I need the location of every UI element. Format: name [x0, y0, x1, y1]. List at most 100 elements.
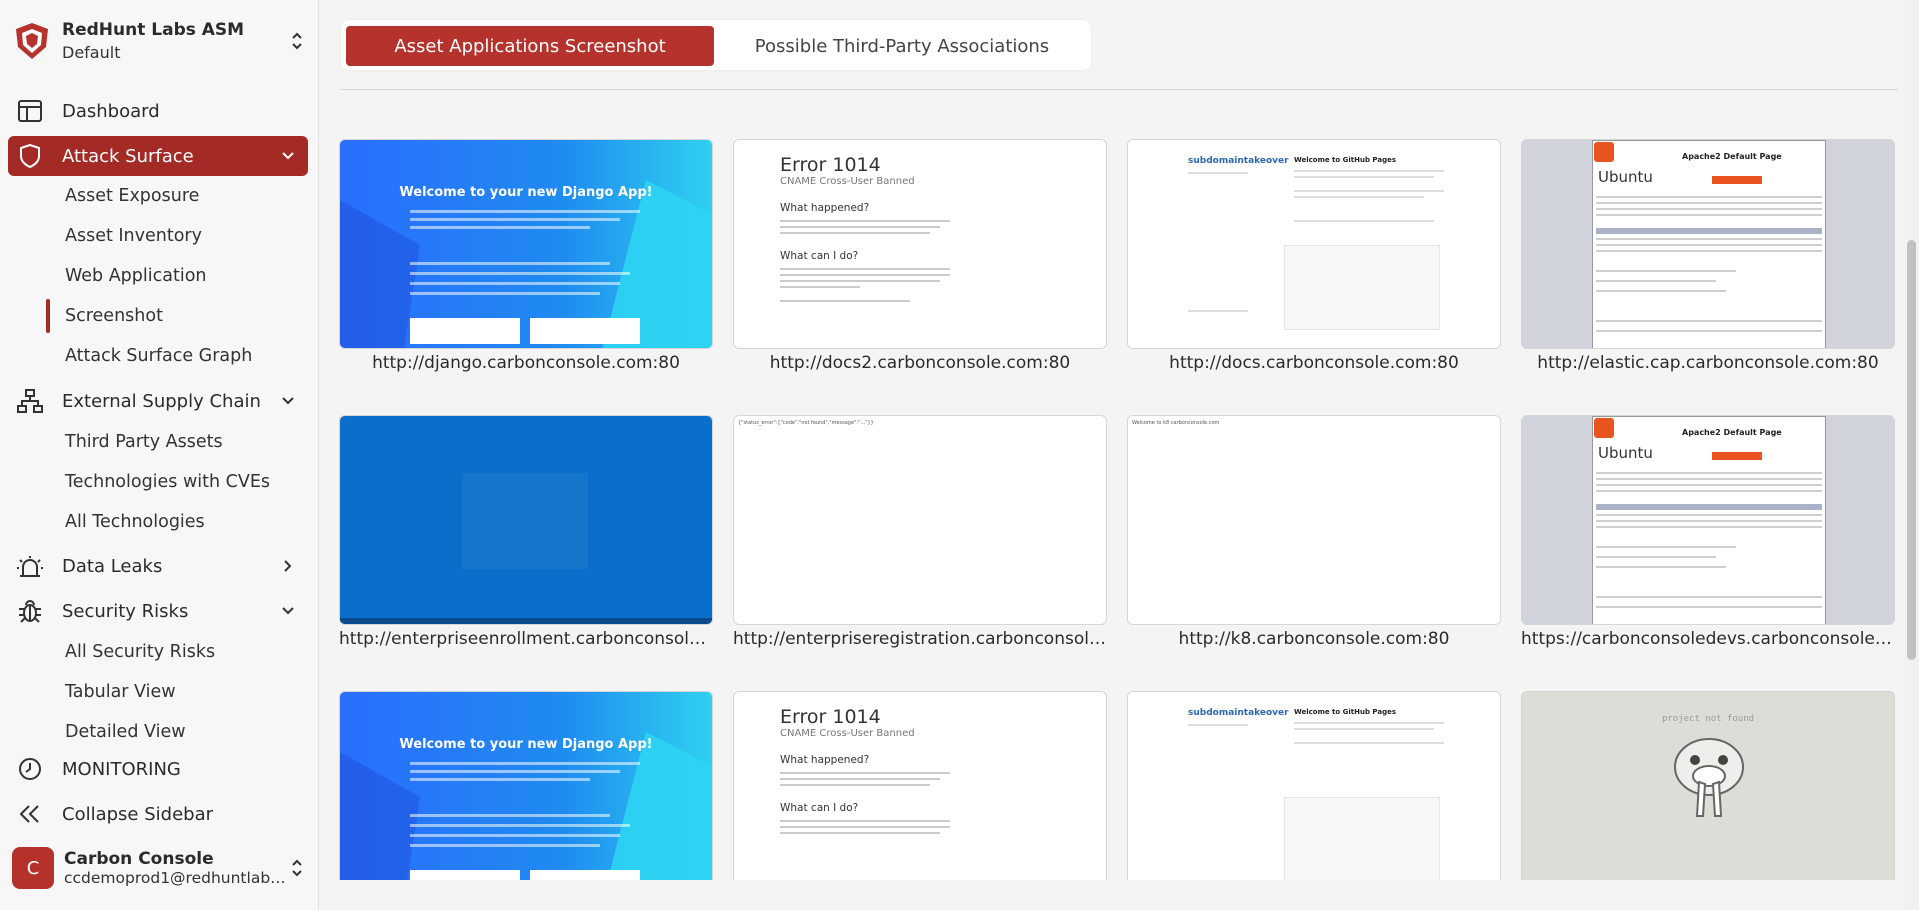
sub-asset-exposure[interactable]: Asset Exposure [65, 181, 199, 211]
scrollbar-thumb[interactable] [1907, 240, 1916, 660]
thumb-text: Welcome to k8 carbonconsole.com [1132, 420, 1220, 426]
sub-tabular-view[interactable]: Tabular View [65, 677, 176, 707]
screenshot-url: http://enterpriseregistration.carboncons… [733, 629, 1107, 649]
screenshot-url: http://docs2.carbonconsole.com:80 [769, 353, 1071, 373]
screenshot-thumbnail[interactable]: Welcome to your new Django App! [339, 691, 713, 880]
nav-monitoring-label: MONITORING [62, 758, 181, 780]
user-name: Carbon Console [64, 849, 214, 869]
tab-asset-applications-screenshot[interactable]: Asset Applications Screenshot [346, 26, 714, 66]
walrus-icon [1674, 738, 1744, 817]
collapse-sidebar-label: Collapse Sidebar [62, 803, 213, 825]
thumb-heading: What happened? [780, 202, 870, 214]
org-name: RedHunt Labs ASM [62, 20, 245, 40]
tab-third-party-associations[interactable]: Possible Third-Party Associations [719, 26, 1085, 66]
screenshot-thumbnail[interactable] [339, 415, 713, 625]
screenshot-thumbnail[interactable]: Ubuntu Apache2 Default Page [1521, 415, 1895, 625]
screenshot-url: http://elastic.cap.carbonconsole.com:80 [1537, 353, 1879, 373]
sub-third-party-assets[interactable]: Third Party Assets [65, 427, 223, 457]
avatar: C [12, 847, 54, 889]
screenshot-card[interactable]: subdomaintakeover Welcome to GitHub Page… [1127, 139, 1501, 373]
screenshot-thumbnail[interactable]: {"status_error":{"code":"not found","mes… [733, 415, 1107, 625]
tab-bar: Asset Applications Screenshot Possible T… [341, 20, 1091, 70]
thumb-brand: Ubuntu [1598, 168, 1653, 186]
dashboard-icon [16, 97, 44, 125]
thumb-title: Apache2 Default Page [1682, 152, 1782, 161]
screenshot-url: http://docs.carbonconsole.com:80 [1169, 353, 1459, 373]
nav-external-supply-chain-label: External Supply Chain [62, 390, 261, 412]
sub-all-security-risks[interactable]: All Security Risks [65, 637, 215, 667]
screenshot-card[interactable]: Ubuntu Apache2 Default Page http://elast… [1521, 139, 1895, 373]
screenshot-thumbnail[interactable]: Error 1014 CNAME Cross-User Banned What … [733, 691, 1107, 880]
sub-all-technologies[interactable]: All Technologies [65, 507, 205, 537]
bug-icon [16, 597, 44, 625]
screenshot-thumbnail[interactable]: Welcome to your new Django App! [339, 139, 713, 349]
screenshot-url: http://django.carbonconsole.com:80 [372, 353, 680, 373]
thumb-title: Welcome to GitHub Pages [1294, 708, 1397, 716]
screenshot-card[interactable]: project not found [1521, 691, 1895, 880]
nav-external-supply-chain[interactable]: External Supply Chain [8, 381, 308, 421]
screenshot-card[interactable]: Welcome to your new Django App! http://d… [339, 139, 713, 373]
sidebar: RedHunt Labs ASM Default Dashboard Attac… [0, 0, 319, 910]
screenshot-card[interactable]: Welcome to your new Django App! [339, 691, 713, 880]
sub-attack-surface-graph[interactable]: Attack Surface Graph [65, 341, 252, 371]
thumb-text: project not found [1661, 714, 1755, 724]
screenshot-thumbnail[interactable]: subdomaintakeover Welcome to GitHub Page… [1127, 691, 1501, 880]
sub-asset-inventory[interactable]: Asset Inventory [65, 221, 202, 251]
screenshot-card[interactable]: http://enterpriseenrollment.carbonconsol… [339, 415, 713, 649]
org-switcher[interactable]: RedHunt Labs ASM Default [12, 14, 308, 68]
screenshot-thumbnail[interactable]: subdomaintakeover Welcome to GitHub Page… [1127, 139, 1501, 349]
double-chevron-left-icon [16, 800, 44, 828]
thumb-heading: What can I do? [780, 250, 859, 262]
nav-dashboard-label: Dashboard [62, 100, 160, 122]
screenshot-card[interactable]: Error 1014 CNAME Cross-User Banned What … [733, 139, 1107, 373]
main-content: Asset Applications Screenshot Possible T… [320, 0, 1919, 910]
hierarchy-icon [16, 387, 44, 415]
screenshot-card[interactable]: Welcome to k8 carbonconsole.com http://k… [1127, 415, 1501, 649]
collapse-sidebar-button[interactable]: Collapse Sidebar [8, 794, 308, 834]
screenshot-url: http://enterpriseenrollment.carbonconsol… [339, 629, 713, 649]
sub-technologies-cves[interactable]: Technologies with CVEs [65, 467, 270, 497]
thumb-title: Apache2 Default Page [1682, 428, 1782, 437]
nav-dashboard[interactable]: Dashboard [8, 91, 308, 131]
divider [340, 89, 1898, 90]
ubuntu-logo-icon [1594, 418, 1614, 438]
user-menu[interactable]: C Carbon Console ccdemoprod1@redhuntlabs… [12, 842, 308, 894]
screenshot-thumbnail[interactable]: Ubuntu Apache2 Default Page [1521, 139, 1895, 349]
screenshot-url: http://k8.carbonconsole.com:80 [1178, 629, 1450, 649]
clock-icon [16, 755, 44, 783]
thumb-heading: What happened? [780, 754, 870, 766]
nav-security-risks[interactable]: Security Risks [8, 591, 308, 631]
nav-attack-surface-label: Attack Surface [62, 145, 194, 167]
sub-screenshot[interactable]: Screenshot [65, 301, 163, 331]
screenshot-thumbnail[interactable]: Error 1014 CNAME Cross-User Banned What … [733, 139, 1107, 349]
thumb-title: Welcome to your new Django App! [399, 737, 653, 752]
redhunt-logo-icon [16, 23, 48, 59]
chevron-down-icon [276, 389, 300, 413]
screenshot-card[interactable]: subdomaintakeover Welcome to GitHub Page… [1127, 691, 1501, 880]
sub-web-application[interactable]: Web Application [65, 261, 207, 291]
screenshot-card[interactable]: Ubuntu Apache2 Default Page https://carb… [1521, 415, 1895, 649]
thumb-site: subdomaintakeover [1188, 708, 1289, 718]
thumb-brand: Ubuntu [1598, 444, 1653, 462]
screenshot-url: https://carbonconsoledevs.carbonconsole.… [1521, 629, 1895, 649]
sub-detailed-view[interactable]: Detailed View [65, 717, 186, 747]
alarm-icon [16, 552, 44, 580]
nav-data-leaks[interactable]: Data Leaks [8, 546, 308, 586]
thumb-title: Welcome to GitHub Pages [1294, 156, 1397, 164]
thumb-subtitle: CNAME Cross-User Banned [780, 728, 915, 739]
screenshot-card[interactable]: {"status_error":{"code":"not found","mes… [733, 415, 1107, 649]
screenshot-thumbnail[interactable]: project not found [1521, 691, 1895, 880]
chevron-up-down-icon[interactable] [286, 853, 308, 883]
nav-monitoring[interactable]: MONITORING [8, 749, 308, 789]
screenshot-card[interactable]: Error 1014 CNAME Cross-User Banned What … [733, 691, 1107, 880]
chevron-up-down-icon[interactable] [286, 26, 308, 56]
nav-attack-surface[interactable]: Attack Surface [8, 136, 308, 176]
thumb-text: {"status_error":{"code":"not found","mes… [738, 420, 874, 426]
chevron-down-icon [276, 599, 300, 623]
thumb-title: Welcome to your new Django App! [399, 185, 653, 200]
thumb-title: Error 1014 [780, 706, 881, 728]
org-workspace: Default [62, 43, 121, 62]
scrollbar[interactable] [1904, 0, 1919, 910]
screenshot-thumbnail[interactable]: Welcome to k8 carbonconsole.com [1127, 415, 1501, 625]
chevron-down-icon [276, 144, 300, 168]
